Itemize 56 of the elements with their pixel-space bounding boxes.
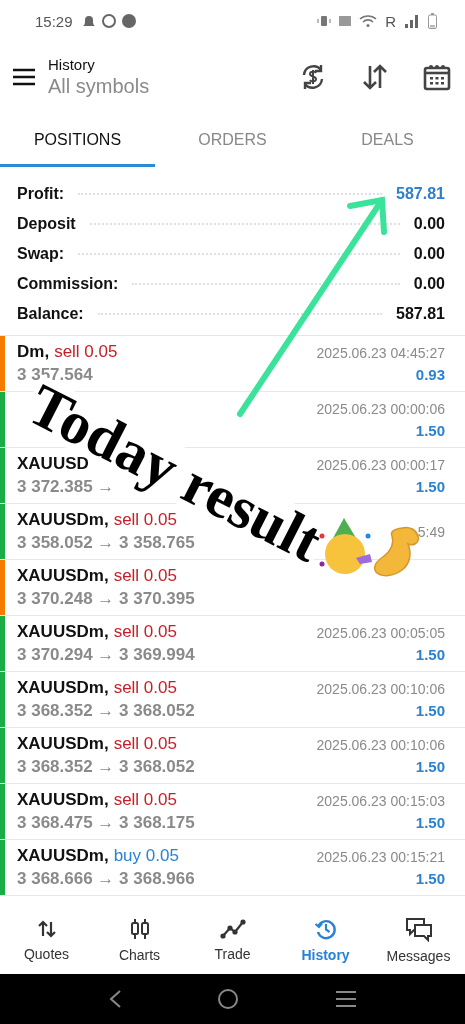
profit-value: 1.50	[415, 645, 445, 663]
trade-volume: buy 0.05	[113, 846, 179, 866]
price-range: 3 368.352 → 3 368.052	[17, 701, 196, 721]
summary-label: Profit:	[17, 185, 65, 203]
profit-value: 1.50	[415, 813, 445, 831]
trade-volume: sell 0.05	[113, 790, 177, 810]
summary-value: 0.00	[413, 215, 445, 233]
price-range: 3 368.475 → 3 368.175	[17, 813, 196, 833]
profit-value: 1.50	[415, 701, 445, 719]
symbol-name: XAUUSDm,	[17, 846, 109, 866]
close-time: 2025.06.23 00:15:21	[316, 848, 445, 865]
symbol-name: XAUUSDm,	[17, 678, 109, 698]
close-time: 2025.06.23 00:15:03	[316, 792, 445, 809]
summary-value: 587.81	[396, 185, 445, 203]
screen-title: History	[48, 56, 96, 73]
nav-tab[interactable]: Charts	[93, 905, 186, 975]
nav-tab[interactable]: Trade	[186, 905, 279, 975]
summary-label: Balance:	[17, 305, 84, 323]
tab[interactable]: POSITIONS	[0, 115, 155, 167]
tab[interactable]: DEALS	[310, 115, 465, 167]
profit-value: 1.50	[415, 477, 445, 495]
nav-tab[interactable]: History	[279, 905, 372, 975]
nav-tab[interactable]: Quotes	[0, 905, 93, 975]
network-label: R	[385, 12, 396, 30]
profit-value: 1.50	[415, 869, 445, 887]
symbol-name: XAUUSDm,	[17, 790, 109, 810]
trade-volume: sell 0.05	[113, 622, 177, 642]
profit-value: 1.50	[415, 421, 445, 439]
trade-volume: sell 0.05	[54, 342, 118, 362]
symbol-name: XAUUSDm,	[17, 622, 109, 642]
close-time: 2025.06.23 04:45:27	[316, 344, 445, 361]
price-range: 3 370.248 → 3 370.395	[17, 589, 196, 609]
close-time: 2025.06.23 00:10:06	[316, 680, 445, 697]
close-time: 2025.06.23 00:10:06	[316, 736, 445, 753]
symbol-name: XAUUSDm,	[17, 734, 109, 754]
symbol-name: Dm,	[17, 342, 50, 362]
profit-value: 1.50	[415, 757, 445, 775]
summary-label: Deposit	[17, 215, 76, 233]
close-time: 2025.06.23 00:05:05	[316, 624, 445, 641]
price-range: 3 370.294 → 3 369.994	[17, 645, 196, 665]
summary-value: 587.81	[396, 305, 445, 323]
tab[interactable]: ORDERS	[155, 115, 310, 167]
profit-value: 0.93	[415, 365, 445, 383]
price-range: 3 368.666 → 3 368.966	[17, 869, 196, 889]
summary-label: Commission:	[17, 275, 119, 293]
symbol-filter[interactable]: All symbols	[48, 75, 287, 98]
summary-label: Swap:	[17, 245, 65, 263]
summary-value: 0.00	[413, 245, 445, 263]
price-range: 3 368.352 → 3 368.052	[17, 757, 196, 777]
trade-volume: sell 0.05	[113, 678, 177, 698]
symbol-name: XAUUSDm,	[17, 510, 109, 530]
trade-volume: sell 0.05	[113, 510, 177, 530]
status-time: 15:29	[35, 12, 73, 30]
summary-value: 0.00	[413, 275, 445, 293]
close-time: 5:49	[417, 523, 445, 540]
trade-volume: sell 0.05	[113, 734, 177, 754]
